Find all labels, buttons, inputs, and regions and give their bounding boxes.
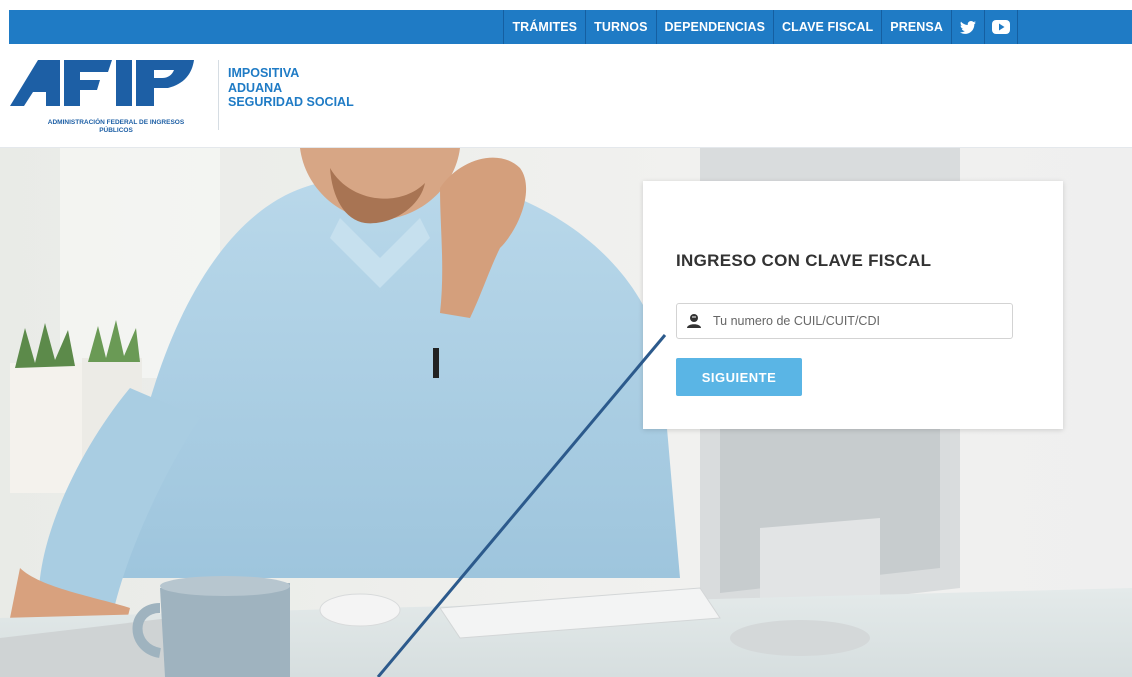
logo-text: ADMINISTRACIÓN FEDERAL DE INGRESOS PÚBLI… [47, 119, 185, 134]
top-nav-bar: TRÁMITES TURNOS DEPENDENCIAS CLAVE FISCA… [9, 10, 1132, 44]
twitter-icon[interactable] [951, 10, 984, 44]
user-icon [687, 314, 701, 328]
nav-clave-fiscal[interactable]: CLAVE FISCAL [773, 10, 881, 44]
category-aduana[interactable]: ADUANA [228, 81, 354, 96]
afip-logo-mark [10, 60, 194, 106]
category-links: IMPOSITIVA ADUANA SEGURIDAD SOCIAL [228, 66, 354, 110]
nav-prensa[interactable]: PRENSA [881, 10, 951, 44]
cuit-field[interactable] [676, 303, 1013, 339]
youtube-icon[interactable] [984, 10, 1017, 44]
login-title: INGRESO CON CLAVE FISCAL [676, 251, 932, 270]
cuit-input[interactable] [713, 304, 1003, 338]
nav-spacer [1017, 10, 1062, 44]
login-card: INGRESO CON CLAVE FISCAL SIGUIENTE [643, 181, 1063, 429]
site-header: ADMINISTRACIÓN FEDERAL DE INGRESOS PÚBLI… [0, 44, 1132, 148]
top-nav: TRÁMITES TURNOS DEPENDENCIAS CLAVE FISCA… [503, 10, 1062, 44]
category-impositiva[interactable]: IMPOSITIVA [228, 66, 354, 81]
siguiente-button[interactable]: SIGUIENTE [676, 358, 802, 396]
afip-logo[interactable]: ADMINISTRACIÓN FEDERAL DE INGRESOS PÚBLI… [8, 56, 198, 134]
header-divider [218, 60, 219, 130]
category-seguridad-social[interactable]: SEGURIDAD SOCIAL [228, 95, 354, 110]
nav-turnos[interactable]: TURNOS [585, 10, 655, 44]
nav-tramites[interactable]: TRÁMITES [503, 10, 585, 44]
nav-dependencias[interactable]: DEPENDENCIAS [655, 10, 774, 44]
